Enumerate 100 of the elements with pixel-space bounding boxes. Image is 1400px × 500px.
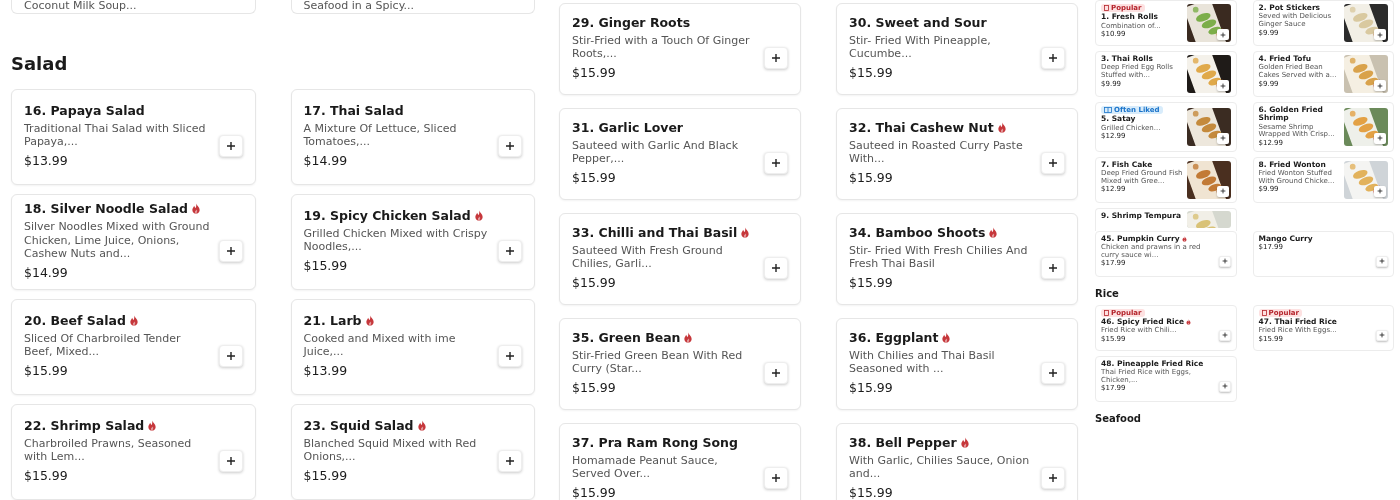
badge-icon xyxy=(1104,5,1109,12)
menu-item-card[interactable]: 30. Sweet and Sour Stir- Fried With Pineapple, Cucumbe... $15.99 xyxy=(836,3,1078,95)
add-button[interactable] xyxy=(218,240,243,262)
plus-icon xyxy=(1377,31,1383,38)
add-button[interactable] xyxy=(218,345,243,367)
item-price: $13.99 xyxy=(24,152,69,171)
menu-item-card[interactable]: Seafood in a Spicy... xyxy=(290,0,535,14)
badge-icon xyxy=(1261,309,1267,316)
item-name: 30. Sweet and Sour xyxy=(849,14,987,30)
item-name: 37. Pra Ram Rong Song xyxy=(572,434,738,450)
plus-icon xyxy=(1048,158,1058,168)
item-name: 22. Shrimp Salad xyxy=(24,417,145,433)
menu-item-card[interactable]: 29. Ginger Roots Stir-Fried with a Touch Of Ginger Roots,... $15.99 xyxy=(559,3,801,95)
plus-icon xyxy=(1048,368,1058,378)
item-name: 33. Chilli and Thai Basil xyxy=(572,224,738,240)
item-description: Charbroiled Prawns, Seasoned with Lem... xyxy=(24,436,193,464)
add-button[interactable] xyxy=(218,450,243,472)
plus-icon xyxy=(771,473,781,483)
menu-item-card[interactable]: 17. Thai Salad A Mixture Of Lettuce, Sliced Tomatoes,... $14.99 xyxy=(290,89,535,185)
plus-icon xyxy=(1221,258,1228,265)
plus-icon xyxy=(1221,383,1228,390)
item-description: Cooked and Mixed with ime Juice,... xyxy=(303,331,457,359)
add-button[interactable] xyxy=(218,135,243,157)
plus-icon xyxy=(505,246,515,256)
menu-item-card[interactable]: 32. Thai Cashew Nut Sauteed in Roasted Curry Paste With... $15.99 xyxy=(836,108,1078,200)
menu-item-card[interactable]: Coconut Milk Soup... xyxy=(11,0,256,14)
add-button[interactable] xyxy=(764,362,788,384)
plus-icon xyxy=(225,141,236,151)
plus-icon xyxy=(1379,332,1385,339)
plus-icon xyxy=(505,351,515,361)
item-description: Coconut Milk Soup... xyxy=(24,0,137,12)
add-button[interactable] xyxy=(498,240,522,262)
plus-icon xyxy=(771,263,781,273)
item-name: 35. Green Bean xyxy=(572,329,681,345)
add-button[interactable] xyxy=(1041,152,1065,174)
item-name: 34. Bamboo Shoots xyxy=(849,224,986,240)
item-description: Sauteed in Roasted Curry Paste With... xyxy=(849,138,1024,166)
menu-item-card[interactable]: 18. Silver Noodle Salad Silver Noodles Mixed with Ground Chicken, Lime Juice, Onions, Cashew Nuts and... $14.99 xyxy=(11,194,256,290)
menu-item-card[interactable]: 20. Beef Salad Sliced Of Charbroiled Tender Beef, Mixed... $15.99 xyxy=(11,299,256,395)
section-heading: Rice xyxy=(1095,287,1120,300)
plus-icon xyxy=(1048,473,1058,483)
menu-item-card[interactable]: 19. Spicy Chicken Salad Grilled Chicken Mixed with Crispy Noodles,... $15.99 xyxy=(290,194,535,290)
menu-item-card[interactable]: 36. Eggplant With Chilies and Thai Basil Seasoned with ... $15.99 xyxy=(836,318,1078,410)
item-name: 21. Larb xyxy=(303,312,362,328)
add-button[interactable] xyxy=(1216,132,1229,144)
item-price: $15.99 xyxy=(572,379,617,398)
item-description: Homamade Peanut Sauce, Served Over... xyxy=(572,453,719,481)
item-price: $15.99 xyxy=(849,379,894,398)
item-description: Blanched Squid Mixed with Red Onions,... xyxy=(303,436,478,464)
add-button[interactable] xyxy=(1041,467,1065,489)
menu-item-card[interactable]: 23. Squid Salad Blanched Squid Mixed with Red Onions,... $15.99 xyxy=(290,404,535,500)
item-price: $15.99 xyxy=(303,467,349,486)
menu-item-card[interactable]: 34. Bamboo Shoots Stir- Fried With Fresh Chilies And Fresh Thai Basil $15.99 xyxy=(836,213,1078,305)
item-price: $15.99 xyxy=(572,169,617,188)
add-button[interactable] xyxy=(764,47,788,69)
item-price: $15.99 xyxy=(572,64,617,83)
add-button[interactable] xyxy=(498,135,522,157)
menu-item-card[interactable]: 16. Papaya Salad Traditional Thai Salad with Sliced Papaya,... $13.99 xyxy=(11,89,256,185)
plus-icon xyxy=(1219,31,1226,38)
menu-item-card[interactable]: 38. Bell Pepper With Garlic, Chilies Sauce, Onion and... $15.99 xyxy=(836,423,1078,500)
plus-icon xyxy=(1377,82,1383,89)
item-price: $15.99 xyxy=(24,362,69,381)
plus-icon xyxy=(505,456,515,466)
plus-icon xyxy=(1048,263,1058,273)
plus-icon xyxy=(771,158,781,168)
add-button[interactable] xyxy=(764,257,788,279)
menu-item-card[interactable]: 22. Shrimp Salad Charbroiled Prawns, Seasoned with Lem... $15.99 xyxy=(11,404,256,500)
plus-icon xyxy=(1377,135,1383,142)
add-button[interactable] xyxy=(498,450,522,472)
plus-icon xyxy=(1048,53,1058,63)
item-price: $15.99 xyxy=(24,467,69,486)
item-description: Sauteed with Garlic And Black Pepper,... xyxy=(572,138,740,166)
item-price: $14.99 xyxy=(303,152,349,171)
section-heading: Seafood xyxy=(1095,412,1142,425)
item-price: $15.99 xyxy=(849,274,894,293)
item-price: $15.99 xyxy=(849,484,894,500)
item-description: Grilled Chicken Mixed with Crispy Noodles,... xyxy=(303,226,489,254)
item-price: $15.99 xyxy=(849,64,894,83)
add-button[interactable] xyxy=(764,467,788,489)
plus-icon xyxy=(505,141,515,151)
item-description: Silver Noodles Mixed with Ground Chicken, Lime Juice, Onions, Cashew Nuts and... xyxy=(24,220,211,260)
add-button[interactable] xyxy=(1041,47,1065,69)
menu-item-card[interactable]: 31. Garlic Lover Sauteed with Garlic And Black Pepper,... $15.99 xyxy=(559,108,801,200)
add-button[interactable] xyxy=(764,152,788,174)
plus-icon xyxy=(771,53,781,63)
item-name: 20. Beef Salad xyxy=(24,312,126,328)
menu-item-card[interactable]: 33. Chilli and Thai Basil Sauteed With Fresh Ground Chilies, Garli... $15.99 xyxy=(559,213,801,305)
plus-icon xyxy=(771,368,781,378)
menu-item-card[interactable]: 35. Green Bean Stir-Fried Green Bean With Red Curry (Star... $15.99 xyxy=(559,318,801,410)
plus-icon xyxy=(225,456,236,466)
badge-icon xyxy=(1104,309,1109,316)
add-button[interactable] xyxy=(1216,185,1229,197)
menu-item-card[interactable]: 37. Pra Ram Rong Song Homamade Peanut Sauce, Served Over... $15.99 xyxy=(559,423,801,500)
add-button[interactable] xyxy=(498,345,522,367)
item-description: A Mixture Of Lettuce, Sliced Tomatoes,... xyxy=(303,121,458,149)
add-button[interactable] xyxy=(1041,257,1065,279)
add-button[interactable] xyxy=(1041,362,1065,384)
menu-item-card[interactable]: 21. Larb Cooked and Mixed with ime Juice,... $13.99 xyxy=(290,299,535,395)
item-name: 19. Spicy Chicken Salad xyxy=(303,207,471,223)
plus-icon xyxy=(225,351,236,361)
